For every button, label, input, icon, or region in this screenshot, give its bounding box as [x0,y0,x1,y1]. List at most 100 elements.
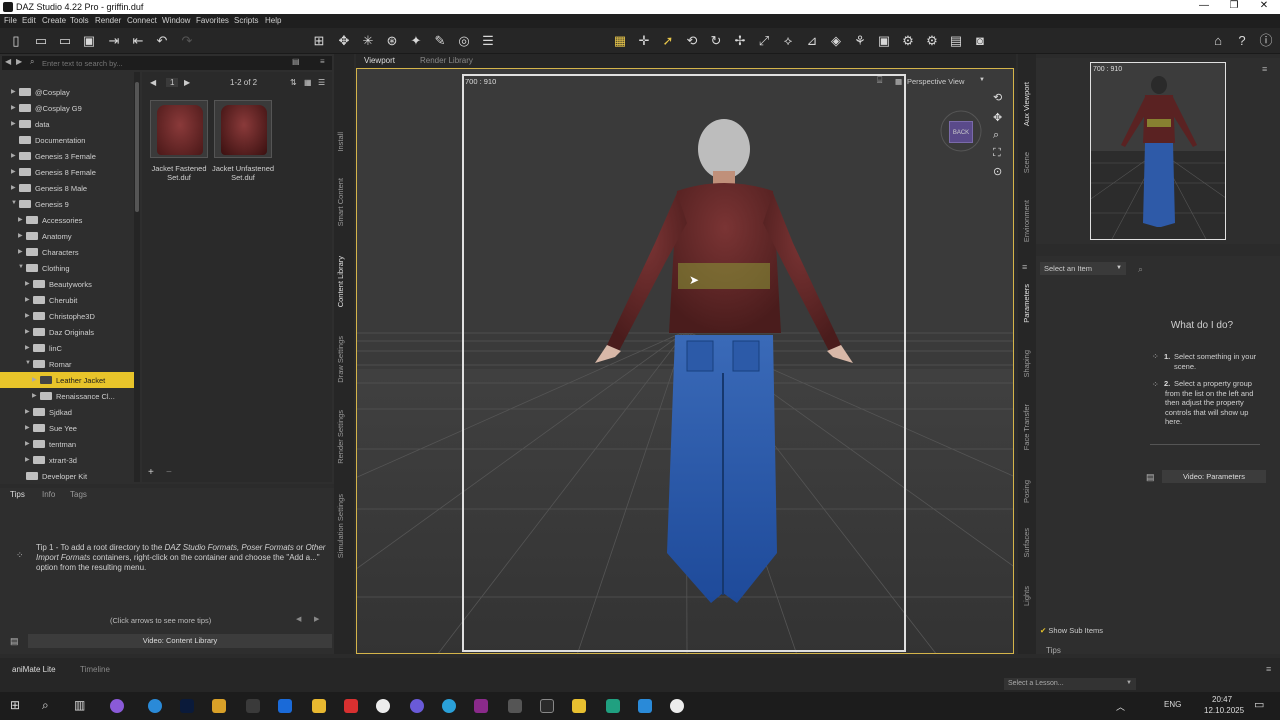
tab-lights[interactable]: Lights [1022,586,1031,606]
menu-scripts[interactable]: Scripts [234,16,258,25]
universal-tool-icon[interactable]: ✛ [636,33,652,49]
edge-browser-icon[interactable] [148,699,162,713]
expand-arrow-icon[interactable]: ▶ [18,232,23,239]
node-weight-icon[interactable]: ✳ [360,33,376,49]
tree-item[interactable]: ▼ Clothing [0,260,134,276]
undo-icon[interactable]: ↶ [154,33,170,49]
back-arrow-icon[interactable]: ◀ [5,57,11,66]
tip-prev-icon[interactable]: ◀ [296,615,301,623]
tree-item[interactable]: ▶ Sue Yee [0,420,134,436]
expand-arrow-icon[interactable]: ▶ [18,248,23,255]
minimize-button[interactable]: — [1194,0,1214,11]
merge-folder-icon[interactable]: ▭ [57,33,73,49]
reset-view-icon[interactable]: ⊙ [993,165,1002,178]
jacket-unfastened-thumb[interactable] [214,100,272,158]
expand-arrow-icon[interactable]: ▶ [32,376,37,383]
rotate-icon[interactable]: ↻ [708,33,724,49]
yandex-icon[interactable] [344,699,358,713]
scene-tool-icon[interactable]: ⊞ [311,33,327,49]
pan-icon[interactable]: ✥ [993,111,1002,124]
expand-arrow-icon[interactable]: ▶ [11,120,16,127]
expand-arrow-icon[interactable]: ▶ [25,408,30,415]
tab-tips-right[interactable]: Tips [1046,646,1061,655]
expand-arrow-icon[interactable]: ▶ [11,104,16,111]
camera-icon[interactable]: ◙ [972,33,988,49]
close-button[interactable]: ✕ [1254,0,1274,11]
taskbar-app-icon-6[interactable] [606,699,620,713]
spot-render-icon[interactable]: ◎ [456,33,472,49]
tree-item[interactable]: ▼ Genesis 9 [0,196,134,212]
open-folder-icon[interactable]: ▭ [33,33,49,49]
tree-item[interactable]: ▶ linC [0,340,134,356]
help-question-icon[interactable]: ? [1234,33,1250,49]
tree-item[interactable]: ▶ @Cosplay G9 [0,100,134,116]
expand-arrow-icon[interactable]: ▶ [25,280,30,287]
aux-viewport[interactable]: 700 : 910 [1090,62,1226,240]
lesson-select[interactable]: Select a Lesson... ▼ [1004,678,1136,690]
redo-icon[interactable]: ↷ [179,33,195,49]
tab-content-library[interactable]: Content Library [336,256,345,307]
tab-posing[interactable]: Posing [1022,480,1031,503]
tree-item[interactable]: ▶ Renaissance Cl... [0,388,134,404]
taskbar-app-icon-3[interactable] [474,699,488,713]
tree-item[interactable]: ▶ Leather Jacket [0,372,134,388]
page-number[interactable]: 1 [166,78,179,87]
tip-next-icon[interactable]: ▶ [314,615,319,623]
yandex-browser-icon[interactable] [376,699,390,713]
video-content-library-button[interactable]: Video: Content Library [28,634,332,648]
camera-render-icon[interactable]: ▣ [876,33,892,49]
tree-item[interactable]: ▶ Beautyworks [0,276,134,292]
taskbar-app-icon-7[interactable] [638,699,652,713]
expand-arrow-icon[interactable]: ▶ [25,328,30,335]
tree-item[interactable]: ▶ Genesis 3 Female [0,148,134,164]
remove-icon[interactable]: − [166,467,172,478]
tab-parameters[interactable]: Parameters [1022,284,1031,323]
morph-brush-icon[interactable]: ✎ [432,33,448,49]
photoshop-icon[interactable] [180,699,194,713]
geometry-editor-icon[interactable]: ⊛ [384,33,400,49]
taskbar-app-icon-1[interactable] [110,699,124,713]
render-settings-icon[interactable]: ⚙ [924,33,940,49]
panel-menu-icon[interactable]: ≡ [320,57,325,66]
collapse-arrow-icon[interactable]: ▼ [11,200,17,206]
menu-create[interactable]: Create [42,16,66,25]
menu-file[interactable]: File [4,16,17,25]
tab-animate-lite[interactable]: aniMate Lite [12,665,56,674]
collapse-arrow-icon[interactable]: ▼ [25,360,31,366]
shaping-tool-icon[interactable]: ✦ [408,33,424,49]
surface-picker-icon[interactable]: ◈ [828,33,844,49]
taskbar-app-icon-2[interactable] [246,699,260,713]
node-selection-icon[interactable]: ▦ [612,33,628,49]
filter-search-icon[interactable]: ⌕ [1138,264,1143,275]
tab-tags[interactable]: Tags [70,490,87,499]
tab-surfaces[interactable]: Surfaces [1022,528,1031,558]
telegram-icon[interactable] [442,699,456,713]
camera-select[interactable]: Perspective View [907,77,964,86]
expand-arrow-icon[interactable]: ▶ [11,168,16,175]
expand-arrow-icon[interactable]: ▶ [11,88,16,95]
maximize-button[interactable]: ❐ [1224,0,1244,11]
menu-help[interactable]: Help [265,16,281,25]
taskbar-app-icon-5[interactable] [572,699,586,713]
joint-tool-icon[interactable]: ✥ [336,33,352,49]
info-icon[interactable]: ⓘ [1258,33,1274,49]
tree-item[interactable]: ▶ Genesis 8 Female [0,164,134,180]
menu-edit[interactable]: Edit [22,16,36,25]
prev-page-icon[interactable]: ◀ [150,78,156,87]
tree-item[interactable]: ▶ Daz Originals [0,324,134,340]
tree-item[interactable]: ▶ Sjdkad [0,404,134,420]
character-figure[interactable] [537,113,897,613]
surface-tool-icon[interactable]: ⊿ [804,33,820,49]
notifications-icon[interactable]: ▭ [1254,698,1264,711]
forward-arrow-icon[interactable]: ▶ [16,57,22,66]
tab-viewport[interactable]: Viewport [364,56,395,65]
grid-view-icon[interactable]: ▦ [304,78,312,87]
expand-arrow-icon[interactable]: ▶ [25,296,30,303]
sort-icon[interactable]: ⇅ [290,78,297,87]
select-pointer-icon[interactable]: ➚ [660,33,676,49]
tool-settings-icon[interactable]: ☰ [480,33,496,49]
tab-info[interactable]: Info [42,490,55,499]
tree-item[interactable]: ▶ @Cosplay [0,84,134,100]
3d-viewport[interactable]: 700 : 910 ⌸ ▦ Perspective View ▼ BACK ⟲ … [356,68,1014,654]
next-page-icon[interactable]: ▶ [184,78,190,87]
